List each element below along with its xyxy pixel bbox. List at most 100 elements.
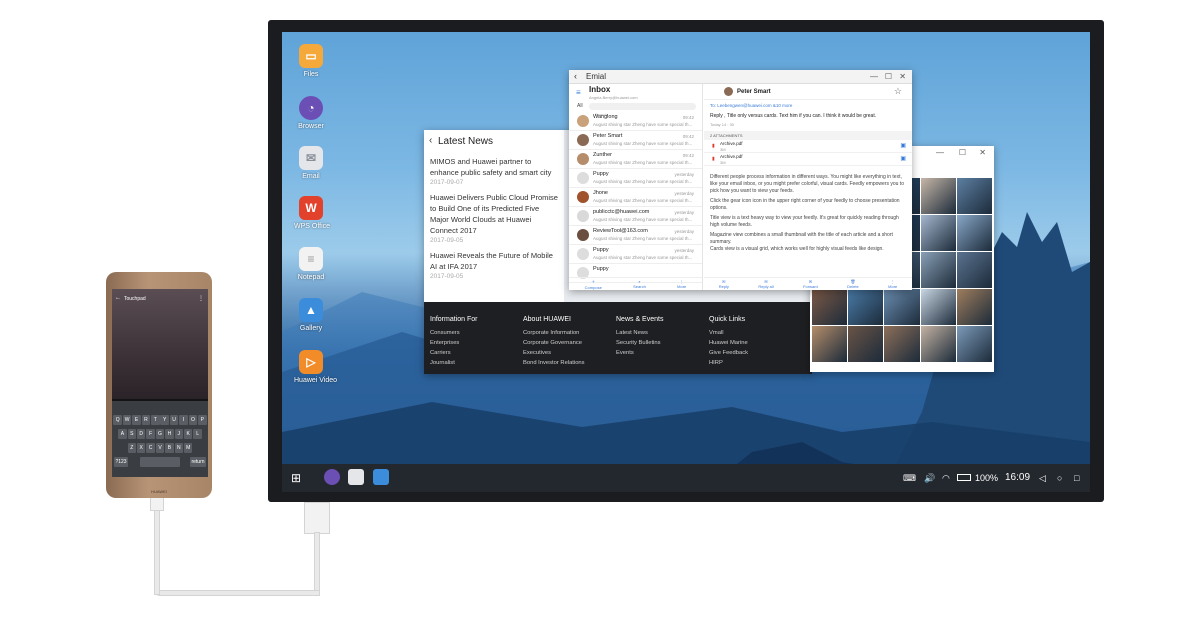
back-arrow-icon[interactable]: ← xyxy=(115,295,121,301)
photo-thumbnail[interactable] xyxy=(956,289,992,325)
minimize-icon[interactable]: — xyxy=(870,72,878,81)
key-b[interactable]: B xyxy=(165,443,174,453)
photo-thumbnail[interactable] xyxy=(848,326,884,362)
menu-icon[interactable]: ≡ xyxy=(576,88,581,97)
desktop-icon-notepad[interactable]: ≡ Notepad xyxy=(294,247,328,281)
photo-thumbnail[interactable] xyxy=(848,289,884,325)
more-icon[interactable]: ⋮ xyxy=(198,295,204,302)
back-icon[interactable]: ◁ xyxy=(1039,473,1046,484)
more-button[interactable]: ⋮ More xyxy=(888,279,897,289)
message-list-item[interactable]: publicctc@huawei.com August shiving star … xyxy=(569,207,702,226)
message-list-item[interactable]: Wanglong August shiving star Zheng have s… xyxy=(569,112,702,131)
footer-link[interactable]: Security Bulletins xyxy=(616,338,706,348)
footer-link[interactable]: Huawei Marine xyxy=(709,338,799,348)
download-icon[interactable]: ▣ xyxy=(900,142,906,149)
maximize-icon[interactable]: ☐ xyxy=(885,72,892,81)
home-icon[interactable]: ○ xyxy=(1057,473,1062,483)
reply-all-button[interactable]: ✉ Reply all xyxy=(758,279,773,289)
photo-thumbnail[interactable] xyxy=(812,326,848,362)
photo-thumbnail[interactable] xyxy=(812,289,848,325)
more-button[interactable]: ⋮ More xyxy=(677,279,686,289)
message-list-item[interactable]: Peter Smart August shiving star Zheng hav… xyxy=(569,131,702,150)
desktop-icon-huawei-video[interactable]: ▷ Huawei Video xyxy=(294,350,337,384)
filter-dropdown[interactable]: All xyxy=(577,103,583,109)
photo-thumbnail[interactable] xyxy=(920,215,956,251)
back-arrow-icon[interactable]: ‹ xyxy=(574,71,577,81)
key-x[interactable]: X xyxy=(136,443,146,453)
key-j[interactable]: J xyxy=(174,429,184,439)
app-drawer-icon[interactable]: ⊞ xyxy=(291,471,301,485)
footer-link[interactable]: HIRP xyxy=(709,358,799,368)
key-k[interactable]: K xyxy=(183,429,193,439)
message-list-item[interactable]: ReviewTool@163.com August shiving star Zh… xyxy=(569,226,702,245)
download-icon[interactable]: ▣ xyxy=(900,155,906,162)
key-t[interactable]: T xyxy=(151,415,160,425)
close-icon[interactable]: ✕ xyxy=(979,148,986,157)
wifi-icon[interactable]: ◠ xyxy=(942,473,950,484)
recents-icon[interactable]: □ xyxy=(1074,473,1079,483)
key-c[interactable]: C xyxy=(146,443,155,453)
minimize-icon[interactable]: — xyxy=(936,148,944,157)
attachment-item[interactable]: ▮ Archive.pdf 3M ▣ xyxy=(704,153,912,166)
message-list-item[interactable]: Puppy August shiving star Zheng have some… xyxy=(569,245,702,264)
photo-thumbnail[interactable] xyxy=(956,326,992,362)
back-arrow-icon[interactable]: ‹ xyxy=(429,135,432,146)
key-l[interactable]: L xyxy=(193,429,202,439)
desktop-icon-wps-office[interactable]: W WPS Office xyxy=(294,196,330,230)
key-f[interactable]: F xyxy=(146,429,155,439)
key-m[interactable]: M xyxy=(183,443,193,453)
space-key[interactable] xyxy=(140,457,180,467)
key-h[interactable]: H xyxy=(165,429,174,439)
key-w[interactable]: W xyxy=(122,415,132,425)
browser-icon[interactable] xyxy=(324,469,340,485)
message-list-item[interactable]: Jhone August shiving star Zheng have some… xyxy=(569,188,702,207)
footer-link[interactable]: Vmall xyxy=(709,328,799,338)
gallery-icon[interactable] xyxy=(373,469,389,485)
return-key[interactable]: return xyxy=(190,457,206,467)
photo-thumbnail[interactable] xyxy=(884,326,920,362)
attachment-item[interactable]: ▮ Archive.pdf 3M ▣ xyxy=(704,140,912,153)
star-icon[interactable]: ☆ xyxy=(894,86,902,97)
clock[interactable]: 16:09 xyxy=(1005,472,1030,483)
key-n[interactable]: N xyxy=(174,443,184,453)
key-v[interactable]: V xyxy=(155,443,165,453)
footer-link[interactable]: Corporate Information xyxy=(523,328,613,338)
footer-link[interactable]: Consumers xyxy=(430,328,520,338)
key-a[interactable]: A xyxy=(118,429,127,439)
key-z[interactable]: Z xyxy=(127,443,137,453)
delete-button[interactable]: 🗑 Delete xyxy=(847,279,859,289)
desktop-icon-email[interactable]: ✉ Email xyxy=(294,146,328,180)
footer-link[interactable]: Events xyxy=(616,348,706,358)
news-item[interactable]: MIMOS and Huawei partner to enhance publ… xyxy=(424,156,564,186)
key-u[interactable]: U xyxy=(169,415,179,425)
search-button[interactable]: ⌕ Search xyxy=(633,279,646,289)
compose-button[interactable]: ＋ Compose xyxy=(585,279,602,290)
numbers-key[interactable]: ?123 xyxy=(114,457,128,467)
key-y[interactable]: Y xyxy=(160,415,169,425)
key-d[interactable]: D xyxy=(136,429,146,439)
photo-thumbnail[interactable] xyxy=(920,289,956,325)
touchpad-area[interactable] xyxy=(112,289,208,399)
key-q[interactable]: Q xyxy=(113,415,122,425)
key-o[interactable]: O xyxy=(188,415,198,425)
photo-thumbnail[interactable] xyxy=(956,215,992,251)
key-g[interactable]: G xyxy=(155,429,165,439)
forward-button[interactable]: ✉ Forward xyxy=(803,279,818,289)
reply-button[interactable]: ✉ Reply xyxy=(719,279,729,289)
footer-link[interactable]: Enterprises xyxy=(430,338,520,348)
volume-icon[interactable]: 🔊 xyxy=(924,473,935,484)
mail-icon[interactable] xyxy=(348,469,364,485)
photo-thumbnail[interactable] xyxy=(920,178,956,214)
message-list-item[interactable]: Puppy August shiving star Zheng have some… xyxy=(569,169,702,188)
photo-thumbnail[interactable] xyxy=(884,289,920,325)
search-input[interactable]: Search xyxy=(589,103,696,117)
photo-thumbnail[interactable] xyxy=(920,326,956,362)
footer-link[interactable]: Executives xyxy=(523,348,613,358)
photo-thumbnail[interactable] xyxy=(956,178,992,214)
key-p[interactable]: P xyxy=(198,415,207,425)
news-item[interactable]: Huawei Delivers Public Cloud Promise to … xyxy=(424,192,564,244)
maximize-icon[interactable]: ☐ xyxy=(959,148,966,157)
message-list-item[interactable]: Zunther August shiving star Zheng have so… xyxy=(569,150,702,169)
key-r[interactable]: R xyxy=(141,415,151,425)
footer-link[interactable]: Journalist xyxy=(430,358,520,368)
